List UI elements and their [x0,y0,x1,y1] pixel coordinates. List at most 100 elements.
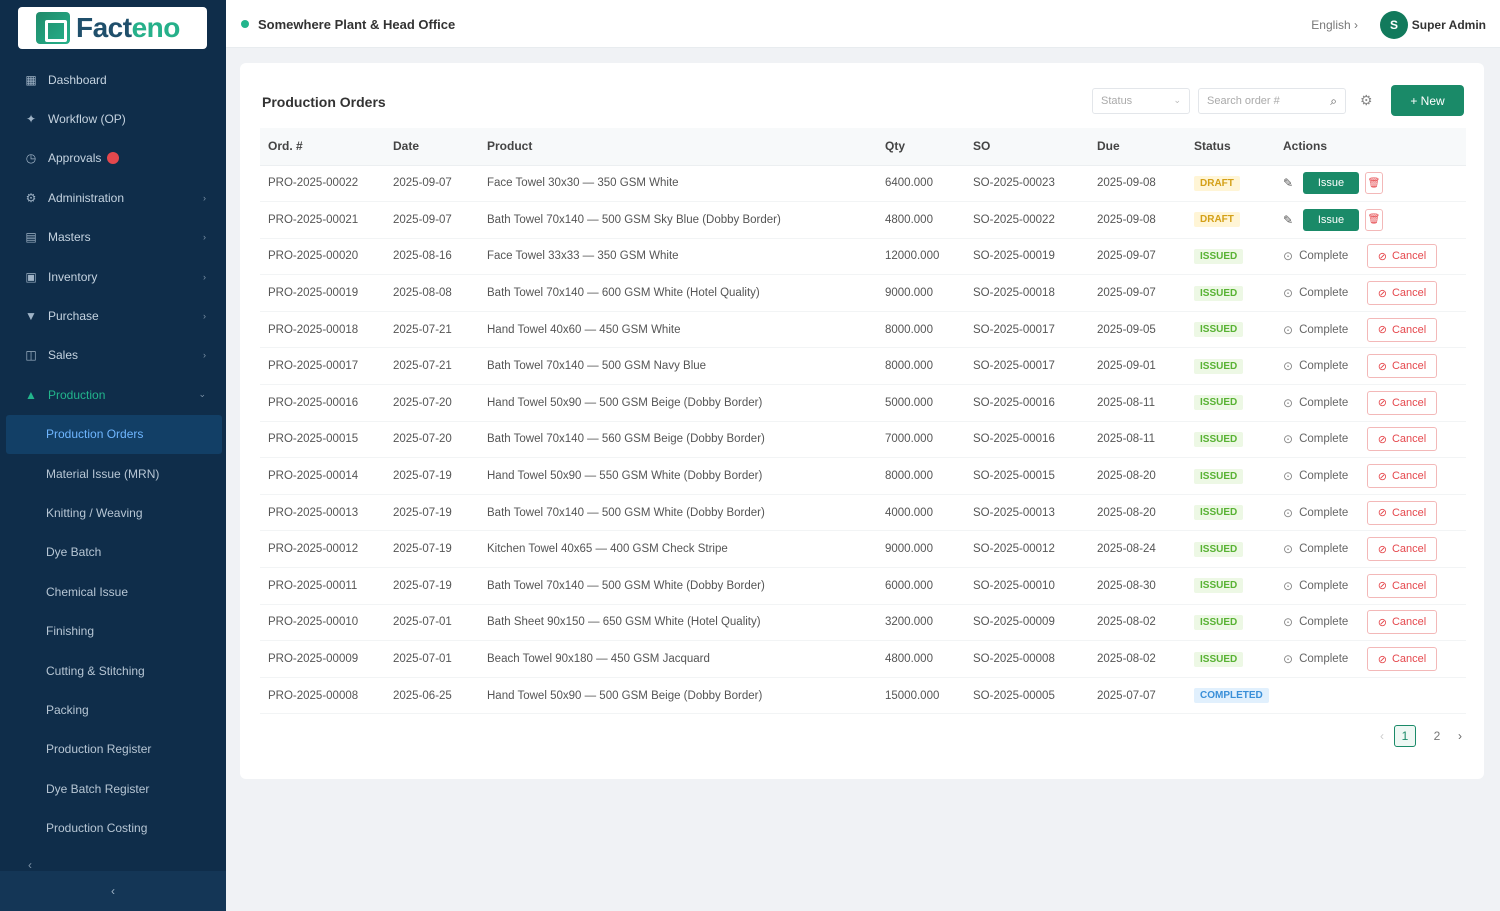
sidebar-subitem[interactable]: Production Register [0,730,226,769]
complete-button[interactable]: ⊙ Complete [1283,432,1361,446]
status-badge: ISSUED [1194,505,1244,521]
table-row[interactable]: PRO-2025-00008 2025-06-25 Hand Towel 50x90… [260,677,1466,715]
sidebar-item-inventory[interactable]: ▣ Inventory › [0,257,226,296]
sidebar-subitem[interactable]: Dye Batch [0,533,226,572]
complete-button[interactable]: ⊙ Complete [1283,615,1361,629]
page-number[interactable]: 2 [1426,725,1448,747]
sidebar-item-masters[interactable]: ▤ Masters › [0,218,226,257]
complete-button[interactable]: ⊙ Complete [1283,579,1361,593]
search-input[interactable]: Search order # ⌕ [1198,88,1346,114]
sidebar-subitem[interactable]: Chemical Issue [0,572,226,611]
sidebar-item-dashboard[interactable]: ▦ Dashboard [0,60,226,99]
sidebar-subitem[interactable]: Production Orders [6,414,222,454]
table-row[interactable]: PRO-2025-00014 2025-07-19 Hand Towel 50x90… [260,457,1466,495]
sidebar-subitem[interactable]: Finishing [0,611,226,650]
issue-button[interactable]: Issue [1303,208,1359,231]
cell-product: Face Towel 30x30 — 350 GSM White [479,165,877,203]
prev-page-icon[interactable]: ‹ [1380,729,1384,743]
table-row[interactable]: PRO-2025-00020 2025-08-16 Face Towel 33x33… [260,238,1466,276]
sidebar-subitem[interactable]: Material Issue (MRN) [0,454,226,493]
table-row[interactable]: PRO-2025-00012 2025-07-19 Kitchen Towel 40… [260,530,1466,569]
col-due[interactable]: Due [1089,128,1186,166]
cancel-button[interactable]: ⊘ Cancel [1367,354,1437,379]
complete-button[interactable]: ⊙ Complete [1283,249,1361,263]
complete-button[interactable]: ⊙ Complete [1283,323,1361,337]
table-row[interactable]: PRO-2025-00017 2025-07-21 Bath Towel 70x14… [260,347,1466,386]
sidebar-item-label: Purchase [48,309,99,324]
table-row[interactable]: PRO-2025-00011 2025-07-19 Bath Towel 70x14… [260,567,1466,605]
sidebar-item-administration[interactable]: ⚙ Administration › [0,178,226,217]
menu-icon: ▣ [25,269,37,284]
sidebar-item-approvals[interactable]: ◷ Approvals [0,139,226,178]
table-row[interactable]: PRO-2025-00016 2025-07-20 Hand Towel 50x90… [260,384,1466,422]
edit-icon[interactable]: ✎ [1283,176,1297,190]
sidebar-subitem[interactable]: Dye Batch Register [0,769,226,808]
col-status[interactable]: Status [1186,128,1275,166]
cell-actions: ⊙ Complete ⊘ Cancel [1275,311,1466,349]
cancel-button[interactable]: ⊘ Cancel [1367,281,1437,306]
issue-label: Issue [1317,213,1345,226]
sidebar-item-production[interactable]: ▲ Production ⌄ [0,375,226,414]
complete-button[interactable]: ⊙ Complete [1283,506,1361,520]
sidebar-subitem[interactable]: Cutting & Stitching [0,651,226,690]
delete-icon[interactable]: 🗑 [1365,172,1383,195]
complete-button[interactable]: ⊙ Complete [1283,652,1361,666]
search-icon[interactable]: ⌕ [1330,94,1337,109]
col-so[interactable]: SO [965,128,1089,166]
cancel-button[interactable]: ⊘ Cancel [1367,244,1437,269]
table-row[interactable]: PRO-2025-00022 2025-09-07 Face Towel 30x30… [260,165,1466,203]
page-number[interactable]: 1 [1394,725,1416,747]
delete-icon[interactable]: 🗑 [1365,208,1383,231]
status-badge: COMPLETED [1194,688,1269,704]
gear-icon[interactable]: ⚙ [1360,92,1373,109]
complete-button[interactable]: ⊙ Complete [1283,359,1361,373]
user-avatar[interactable]: S [1380,11,1408,39]
sidebar-scroll-indicator: ‹ [28,858,32,872]
status-filter-select[interactable]: Status ⌄ [1092,88,1190,114]
next-page-icon[interactable]: › [1458,729,1462,743]
col-product[interactable]: Product [479,128,877,166]
cancel-button[interactable]: ⊘ Cancel [1367,317,1437,342]
sidebar-subitem[interactable]: Packing [0,690,226,729]
cancel-button[interactable]: ⊘ Cancel [1367,464,1437,489]
new-order-button[interactable]: + New [1391,85,1464,116]
table-row[interactable]: PRO-2025-00018 2025-07-21 Hand Towel 40x60… [260,311,1466,349]
sidebar-subitem[interactable]: Production Costing [0,808,226,847]
row-actions: ⊙ Complete ⊘ Cancel [1283,573,1466,598]
sidebar-item-workflow-op[interactable]: ✦ Workflow (OP) [0,99,226,138]
col-order[interactable]: Ord. # [260,128,385,166]
complete-button[interactable]: ⊙ Complete [1283,542,1361,556]
cancel-button[interactable]: ⊘ Cancel [1367,610,1437,635]
table-row[interactable]: PRO-2025-00021 2025-09-07 Bath Towel 70x14… [260,201,1466,239]
logo[interactable]: Facteno [18,7,207,49]
sidebar-item-purchase[interactable]: ▼ Purchase › [0,296,226,335]
complete-button[interactable]: ⊙ Complete [1283,469,1361,483]
table-row[interactable]: PRO-2025-00015 2025-07-20 Bath Towel 70x14… [260,421,1466,459]
table-row[interactable]: PRO-2025-00010 2025-07-01 Bath Sheet 90x15… [260,604,1466,642]
sidebar-item-sales[interactable]: ◫ Sales › [0,336,226,375]
user-name[interactable]: Super Admin [1412,18,1486,32]
sidebar-collapse-button[interactable]: ‹ [0,871,226,911]
issue-button[interactable]: Issue [1303,172,1359,195]
edit-icon[interactable]: ✎ [1283,213,1297,227]
complete-button[interactable]: ⊙ Complete [1283,286,1361,300]
cancel-button[interactable]: ⊘ Cancel [1367,390,1437,415]
cancel-icon: ⊘ [1377,287,1387,300]
col-date[interactable]: Date [385,128,479,166]
cancel-button[interactable]: ⊘ Cancel [1367,647,1437,672]
table-row[interactable]: PRO-2025-00013 2025-07-19 Bath Towel 70x14… [260,494,1466,532]
cancel-button[interactable]: ⊘ Cancel [1367,427,1437,452]
cancel-button[interactable]: ⊘ Cancel [1367,537,1437,562]
cancel-button[interactable]: ⊘ Cancel [1367,573,1437,598]
cell-so: SO-2025-00005 [965,677,1089,715]
col-qty[interactable]: Qty [877,128,965,166]
facility-title[interactable]: Somewhere Plant & Head Office [258,17,455,32]
cancel-button[interactable]: ⊘ Cancel [1367,500,1437,525]
table-row[interactable]: PRO-2025-00019 2025-08-08 Bath Towel 70x14… [260,274,1466,312]
complete-button[interactable]: ⊙ Complete [1283,396,1361,410]
cell-date: 2025-07-20 [385,384,479,422]
language-selector[interactable]: English › [1311,18,1358,32]
sidebar-subitem[interactable]: Knitting / Weaving [0,493,226,532]
table-row[interactable]: PRO-2025-00009 2025-07-01 Beach Towel 90x1… [260,640,1466,678]
complete-icon: ⊙ [1283,322,1294,337]
